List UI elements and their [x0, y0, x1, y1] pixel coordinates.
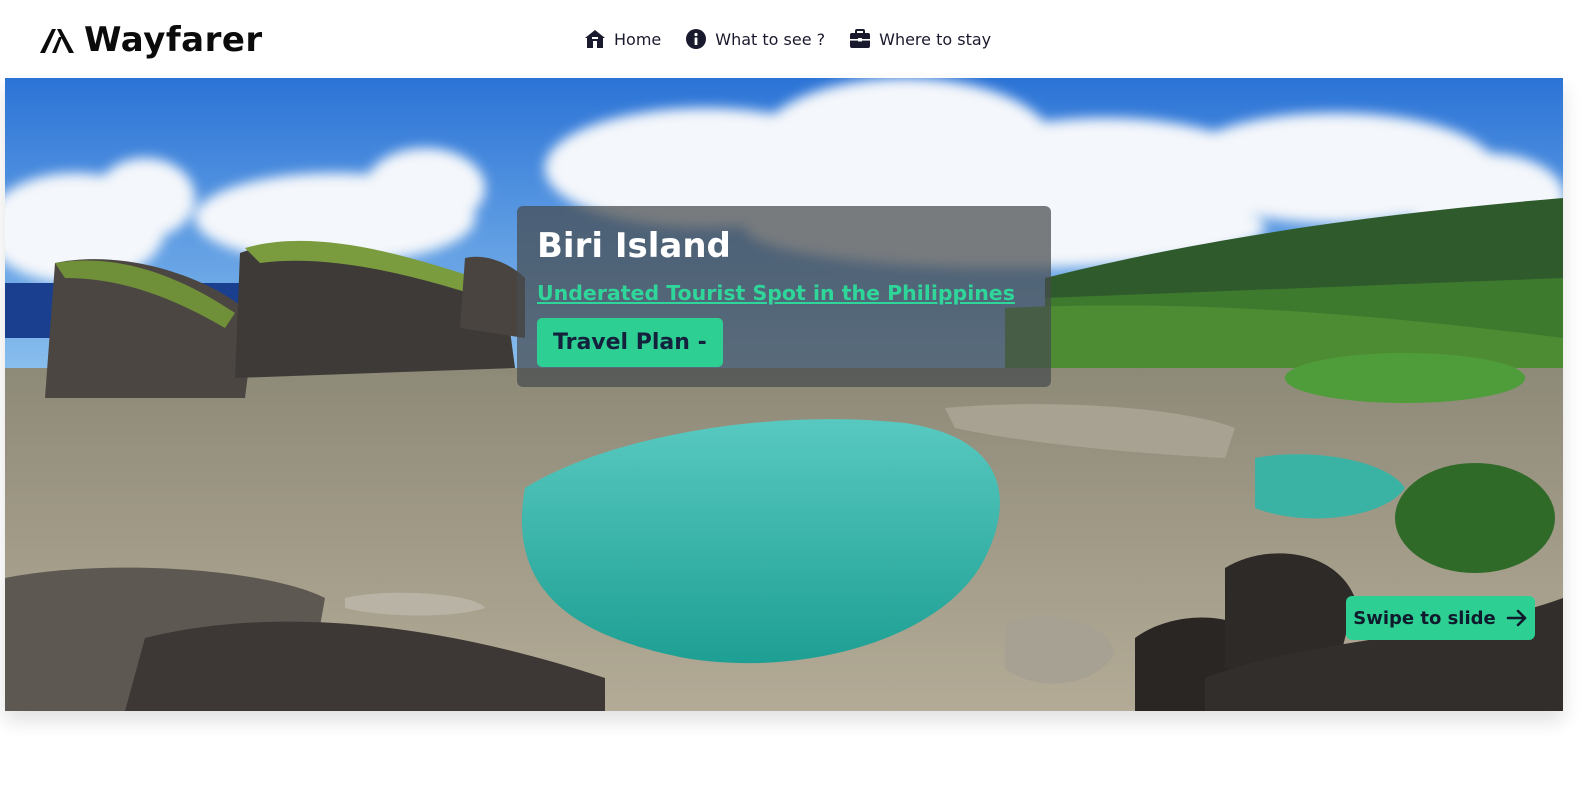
home-icon — [585, 30, 605, 48]
nav-item-where-to-stay[interactable]: Where to stay — [849, 28, 991, 50]
nav-label-where-to-stay: Where to stay — [879, 29, 992, 49]
swipe-to-slide-button[interactable]: Swipe to slide — [1346, 596, 1535, 640]
main-nav: Home What to see ? Where to stay — [584, 24, 991, 54]
hero-slider[interactable]: Biri Island Underated Tourist Spot in th… — [5, 78, 1563, 711]
brand-name: Wayfarer — [84, 20, 263, 60]
nav-label-what-to-see: What to see ? — [715, 29, 826, 49]
nav-item-home[interactable]: Home — [584, 28, 661, 50]
destination-card: Biri Island Underated Tourist Spot in th… — [517, 206, 1051, 387]
briefcase-icon — [850, 29, 871, 48]
destination-subtitle-link[interactable]: Underated Tourist Spot in the Philippine… — [537, 281, 1031, 305]
nav-label-home: Home — [614, 29, 662, 49]
hero-background-image — [5, 78, 1563, 711]
page-bottom — [0, 780, 1586, 789]
site-header: Wayfarer Home What to see ? Where to sta… — [0, 0, 1586, 78]
logo-mountain-icon — [40, 29, 74, 53]
info-icon — [686, 29, 707, 49]
arrow-right-icon — [1506, 609, 1527, 627]
destination-title: Biri Island — [537, 226, 731, 266]
nav-item-what-to-see[interactable]: What to see ? — [685, 28, 825, 50]
travel-plan-button[interactable]: Travel Plan - — [537, 318, 723, 367]
brand-logo[interactable]: Wayfarer — [40, 18, 263, 62]
swipe-label: Swipe to slide — [1353, 607, 1496, 629]
